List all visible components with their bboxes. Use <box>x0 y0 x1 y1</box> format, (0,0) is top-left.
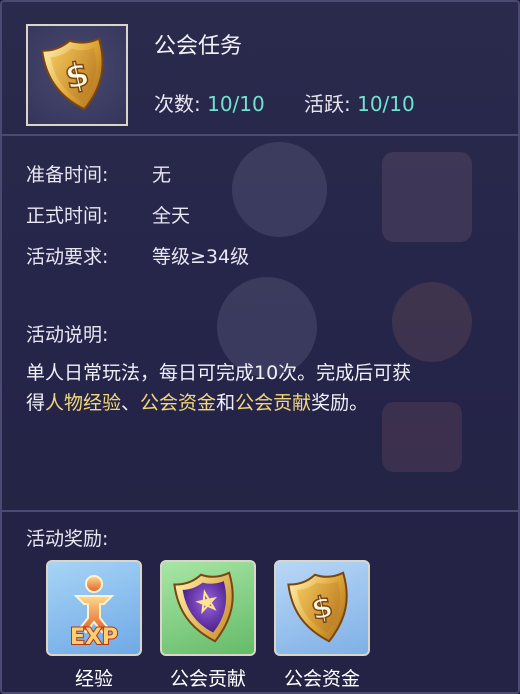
task-icon-frame: $ <box>26 24 128 126</box>
reward-guild-funds[interactable]: $ <box>274 560 370 656</box>
reward-guild-funds-label: 公会资金 <box>283 668 360 690</box>
desc-text: 奖励。 <box>311 392 369 414</box>
highlight-funds: 公会资金 <box>140 392 217 414</box>
description-text: 单人日常玩法，每日可完成10次。完成后可获 得人物经验、公会资金和公会贡献奖励。 <box>26 358 496 418</box>
active-label: 活跃: <box>304 92 351 116</box>
count-value: 10/10 <box>207 92 265 116</box>
background-art <box>232 142 327 237</box>
background-art <box>382 152 472 242</box>
formal-time-value: 全天 <box>152 205 191 227</box>
requirement-row: 活动要求: 等级≥34级 <box>26 242 249 269</box>
requirement-value: 等级≥34级 <box>152 246 250 268</box>
active-row: 活跃: 10/10 <box>304 88 415 117</box>
exp-icon: EXP <box>69 575 119 651</box>
formal-time-row: 正式时间: 全天 <box>26 201 190 228</box>
highlight-exp: 人物经验 <box>45 392 122 414</box>
background-art <box>392 282 472 362</box>
active-value: 10/10 <box>357 92 415 116</box>
reward-exp-label: 经验 <box>74 668 113 690</box>
task-header: $ 公会任务 次数: 10/10 活跃: 10/10 <box>2 2 518 136</box>
reward-label: 活动奖励: <box>26 528 109 550</box>
desc-text: 和 <box>216 392 236 414</box>
reward-guild-contribution[interactable] <box>160 560 256 656</box>
desc-text: 得 <box>26 392 46 414</box>
formal-time-label: 正式时间: <box>26 205 109 227</box>
count-row: 次数: 10/10 <box>154 88 265 117</box>
reward-exp[interactable]: EXP <box>46 560 142 656</box>
desc-text: 、 <box>121 392 141 414</box>
task-detail-panel: $ 公会任务 次数: 10/10 活跃: 10/10 准备时间: 无 正式时间: 全… <box>0 0 520 694</box>
guild-funds-icon: $ <box>287 571 348 643</box>
reward-guild-contribution-label: 公会贡献 <box>169 668 246 690</box>
highlight-contribution: 公会贡献 <box>235 392 312 414</box>
prep-time-label: 准备时间: <box>26 164 109 186</box>
guild-shield-dollar-icon: $ <box>41 37 104 111</box>
prep-time-row: 准备时间: 无 <box>26 160 171 187</box>
task-title: 公会任务 <box>154 34 243 59</box>
description-line-2: 得人物经验、公会资金和公会贡献奖励。 <box>26 388 496 418</box>
svg-text:EXP: EXP <box>70 625 118 650</box>
description-label: 活动说明: <box>26 324 109 346</box>
count-label: 次数: <box>154 92 201 116</box>
description-line-1: 单人日常玩法，每日可完成10次。完成后可获 <box>26 362 412 384</box>
prep-time-value: 无 <box>152 164 172 186</box>
requirement-label: 活动要求: <box>26 246 109 268</box>
guild-contribution-icon <box>173 571 234 643</box>
